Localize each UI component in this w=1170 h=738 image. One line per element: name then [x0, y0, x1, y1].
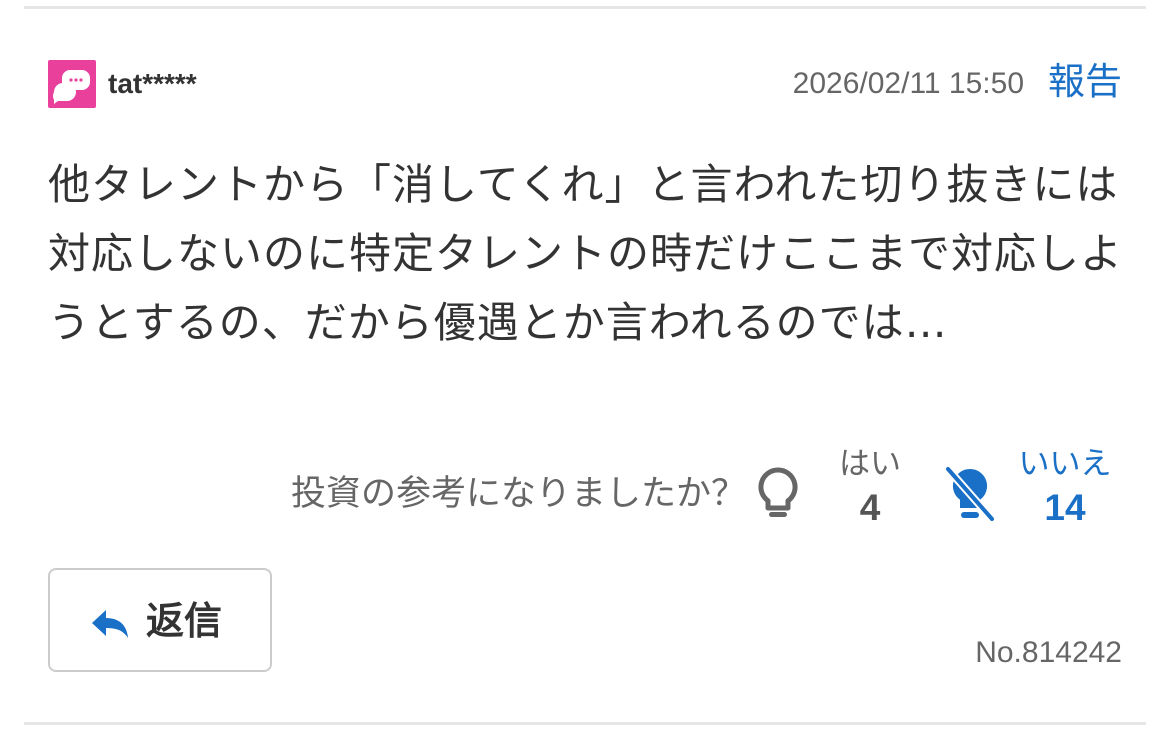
lightbulb-off-icon[interactable]	[942, 464, 998, 524]
post-datetime: 2026/02/11 15:50	[792, 67, 1024, 100]
username: tat*****	[108, 68, 197, 99]
lightbulb-icon[interactable]	[754, 466, 802, 522]
vote-yes[interactable]: はい 4	[830, 444, 910, 532]
reply-arrow-icon	[92, 610, 128, 638]
vote-question: 投資の参考になりましたか？	[290, 474, 746, 514]
speech-bubble-avatar-icon	[48, 60, 96, 108]
report-link[interactable]: 報告	[1048, 60, 1122, 104]
comment-header: tat***** 2026/02/11 15:50 報告	[48, 56, 1122, 112]
bottom-divider	[24, 722, 1146, 725]
vote-yes-count: 4	[859, 487, 881, 528]
comment-body: 他タレントから「消してくれ」と言われた切り抜きには対応しないのに特定タレントの時…	[48, 160, 1124, 347]
vote-no[interactable]: いいえ 14	[1008, 444, 1122, 532]
vote-no-label: いいえ	[1018, 446, 1112, 482]
reply-button[interactable]: 返信	[48, 568, 272, 672]
vote-yes-label: はい	[839, 446, 901, 482]
vote-row: 投資の参考になりましたか？ はい 4 いいえ 14	[182, 444, 1122, 534]
post-number: No.814242	[975, 636, 1122, 669]
reply-button-label: 返信	[146, 599, 223, 643]
top-divider	[24, 6, 1146, 9]
vote-no-count: 14	[1044, 487, 1086, 528]
